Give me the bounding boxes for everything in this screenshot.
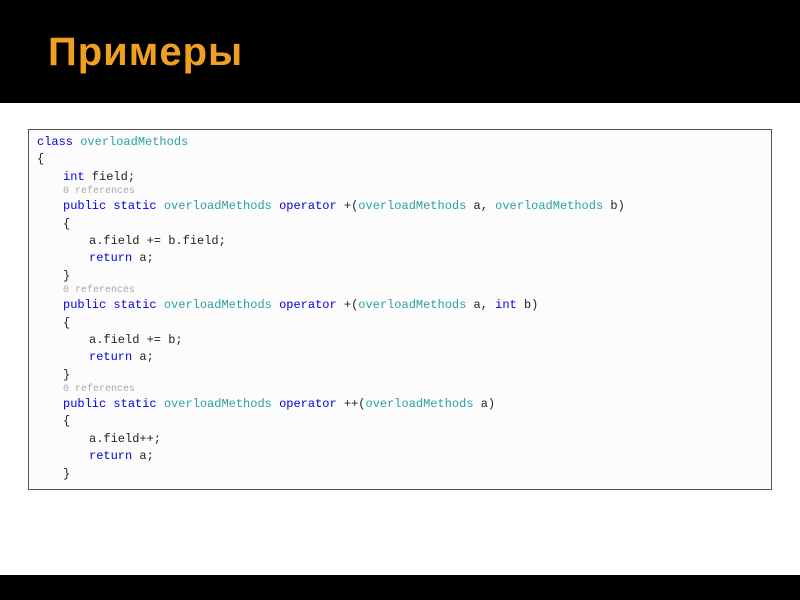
code-line: { xyxy=(37,413,763,430)
code-line: return a; xyxy=(37,448,763,465)
code-line: } xyxy=(37,268,763,285)
codelens-reference: 0 references xyxy=(37,186,763,198)
code-line: int field; xyxy=(37,169,763,186)
code-line: class overloadMethods xyxy=(37,134,763,151)
code-line: public static overloadMethods operator +… xyxy=(37,297,763,314)
code-line: return a; xyxy=(37,250,763,267)
content-area: class overloadMethods { int field; 0 ref… xyxy=(0,105,800,575)
code-line: } xyxy=(37,367,763,384)
slide-title: Примеры xyxy=(48,30,800,75)
code-line: a.field++; xyxy=(37,431,763,448)
code-line: } xyxy=(37,466,763,483)
code-line: return a; xyxy=(37,349,763,366)
code-line: public static overloadMethods operator +… xyxy=(37,198,763,215)
codelens-reference: 0 references xyxy=(37,384,763,396)
slide-header: Примеры xyxy=(0,0,800,95)
codelens-reference: 0 references xyxy=(37,285,763,297)
code-line: public static overloadMethods operator +… xyxy=(37,396,763,413)
code-line: a.field += b; xyxy=(37,332,763,349)
code-line: a.field += b.field; xyxy=(37,233,763,250)
code-line: { xyxy=(37,315,763,332)
code-line: { xyxy=(37,216,763,233)
code-example-box: class overloadMethods { int field; 0 ref… xyxy=(28,129,772,490)
code-line: { xyxy=(37,151,763,168)
